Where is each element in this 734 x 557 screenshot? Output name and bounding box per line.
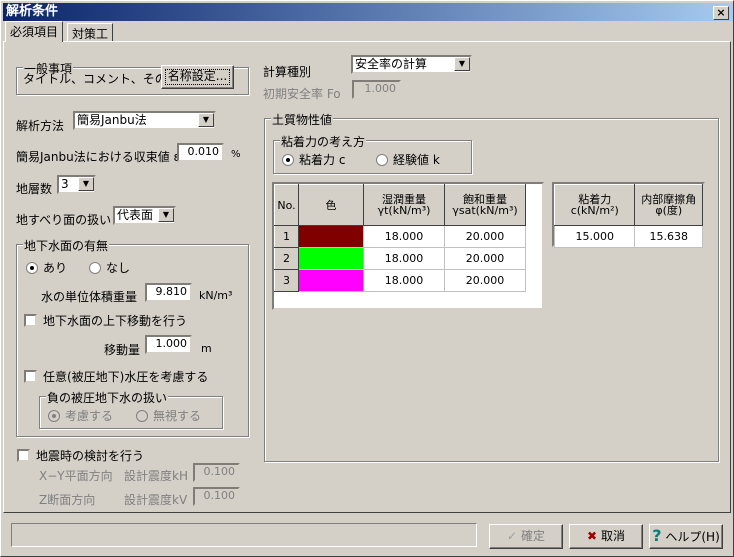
calc-select[interactable]: 安全率の計算 ▼ [351,55,472,74]
dialog-window: 解析条件 × 必須項目 対策工 一般事項 タイトル、コメント、その他: 名称設定… [0,0,734,557]
xy-label: X−Y平面方向 [39,469,113,483]
pressure-checkbox[interactable]: 任意(被圧地下)水圧を考慮する [24,368,208,385]
calc-value: 安全率の計算 [355,57,428,71]
check-icon: ✓ [507,529,518,543]
cohesion-cell[interactable]: 15.000 [553,225,636,248]
move-checkbox[interactable]: 地下水面の上下移動を行う [24,312,187,329]
method-select[interactable]: 簡易Janbu法 ▼ [73,111,216,130]
general-label: タイトル、コメント、その他: [23,72,183,86]
ok-button[interactable]: ✓ 確定 [489,524,563,549]
kh-input[interactable]: 0.100 [193,463,240,482]
status-bar [11,523,477,547]
move-label: 移動量 [104,343,141,357]
method-label: 解析方法 [16,119,65,133]
col-wet: 湿潤重量 γt(kN/m³) [363,184,445,226]
move-input[interactable]: 1.000 [145,335,192,354]
table-row[interactable]: 2 18.000 20.000 [274,247,526,270]
layers-select[interactable]: 3 ▼ [57,175,96,194]
wet-weight-cell[interactable]: 18.000 [363,247,445,270]
radio-negative-ignore[interactable]: 無視する [136,407,201,424]
fo-label: 初期安全率 Fo [263,87,341,101]
z-label: Z断面方向 [39,493,96,507]
wet-weight-cell[interactable]: 18.000 [363,225,445,248]
tab-required[interactable]: 必須項目 [5,21,64,42]
chevron-down-icon[interactable]: ▼ [454,57,470,71]
col-cohesion: 粘着力 c(kN/m²) [553,184,636,226]
move-unit: m [201,342,212,355]
soil-table-container: No. 色 湿潤重量 γt(kN/m³) 飽和重量 γsat(kN/m³) 1 18.… [272,182,544,310]
radio-cohesion-k[interactable]: 経験値 k [376,151,440,168]
slip-label: 地すべり面の扱い [16,213,112,227]
radio-water-yes[interactable]: あり [26,259,67,276]
sat-weight-cell[interactable]: 20.000 [444,269,526,292]
slip-value: 代表面 [117,208,154,222]
method-value: 簡易Janbu法 [77,113,147,127]
convergence-label: 簡易Janbu法における収束値 ε [16,150,181,164]
radio-negative-consider[interactable]: 考慮する [48,407,113,424]
layers-value: 3 [61,177,69,191]
soil-table: No. 色 湿潤重量 γt(kN/m³) 飽和重量 γsat(kN/m³) 1 18.… [274,184,526,292]
chevron-down-icon[interactable]: ▼ [198,113,214,127]
chevron-down-icon[interactable]: ▼ [78,177,94,191]
row-number[interactable]: 2 [274,247,299,270]
unit-weight-input[interactable]: 9.810 [145,283,192,302]
help-button[interactable]: ? ヘルプ(H) [649,524,723,549]
soil-legend: 土質物性値 [271,111,334,128]
radio-cohesion-c[interactable]: 粘着力 c [282,151,345,168]
strength-table: 粘着力 c(kN/m²) 内部摩擦角 φ(度) 15.000 15.638 [553,184,703,248]
color-cell[interactable] [298,269,364,292]
x-icon: ✖ [587,529,598,543]
sat-weight-cell[interactable]: 20.000 [444,247,526,270]
table-row[interactable]: 3 18.000 20.000 [274,269,526,292]
radio-water-no[interactable]: なし [89,259,130,276]
kh-label: 設計震度kH [124,469,188,483]
kv-label: 設計震度kV [124,493,188,507]
row-number[interactable]: 1 [274,225,299,248]
fo-input[interactable]: 1.000 [352,80,401,99]
groundwater-legend: 地下水面の有無 [23,237,110,254]
convergence-unit: % [231,149,241,160]
negative-legend: 負の被圧地下水の扱い [46,389,169,406]
col-no: No. [274,184,299,226]
slip-select[interactable]: 代表面 ▼ [113,206,176,225]
col-sat: 飽和重量 γsat(kN/m³) [444,184,526,226]
table-row[interactable]: 1 18.000 20.000 [274,225,526,248]
calc-label: 計算種別 [263,65,312,79]
phi-cell[interactable]: 15.638 [634,225,703,248]
chevron-down-icon[interactable]: ▼ [158,208,174,222]
unit-weight-unit: kN/m³ [199,289,233,302]
window-title: 解析条件 [6,4,59,19]
sat-weight-cell[interactable]: 20.000 [444,225,526,248]
col-color: 色 [298,184,364,226]
strength-table-container: 粘着力 c(kN/m²) 内部摩擦角 φ(度) 15.000 15.638 [552,182,705,248]
col-phi: 内部摩擦角 φ(度) [634,184,703,226]
tab-countermeasure[interactable]: 対策工 [67,23,114,41]
convergence-input[interactable]: 0.010 [177,143,224,162]
unit-weight-label: 水の単位体積重量 [41,290,138,304]
cohesion-mode-legend: 粘着力の考え方 [280,133,367,150]
color-cell[interactable] [298,247,364,270]
question-icon: ? [652,526,662,545]
row-number[interactable]: 3 [274,269,299,292]
seismic-checkbox[interactable]: 地震時の検討を行う [17,447,144,464]
close-button[interactable]: × [713,6,729,20]
name-settings-button[interactable]: 名称設定... [161,65,234,89]
layers-label: 地層数 [16,182,53,196]
kv-input[interactable]: 0.100 [193,487,240,506]
wet-weight-cell[interactable]: 18.000 [363,269,445,292]
cancel-button[interactable]: ✖ 取消 [569,524,643,549]
title-bar: 解析条件 × [3,3,733,21]
color-cell[interactable] [298,225,364,248]
